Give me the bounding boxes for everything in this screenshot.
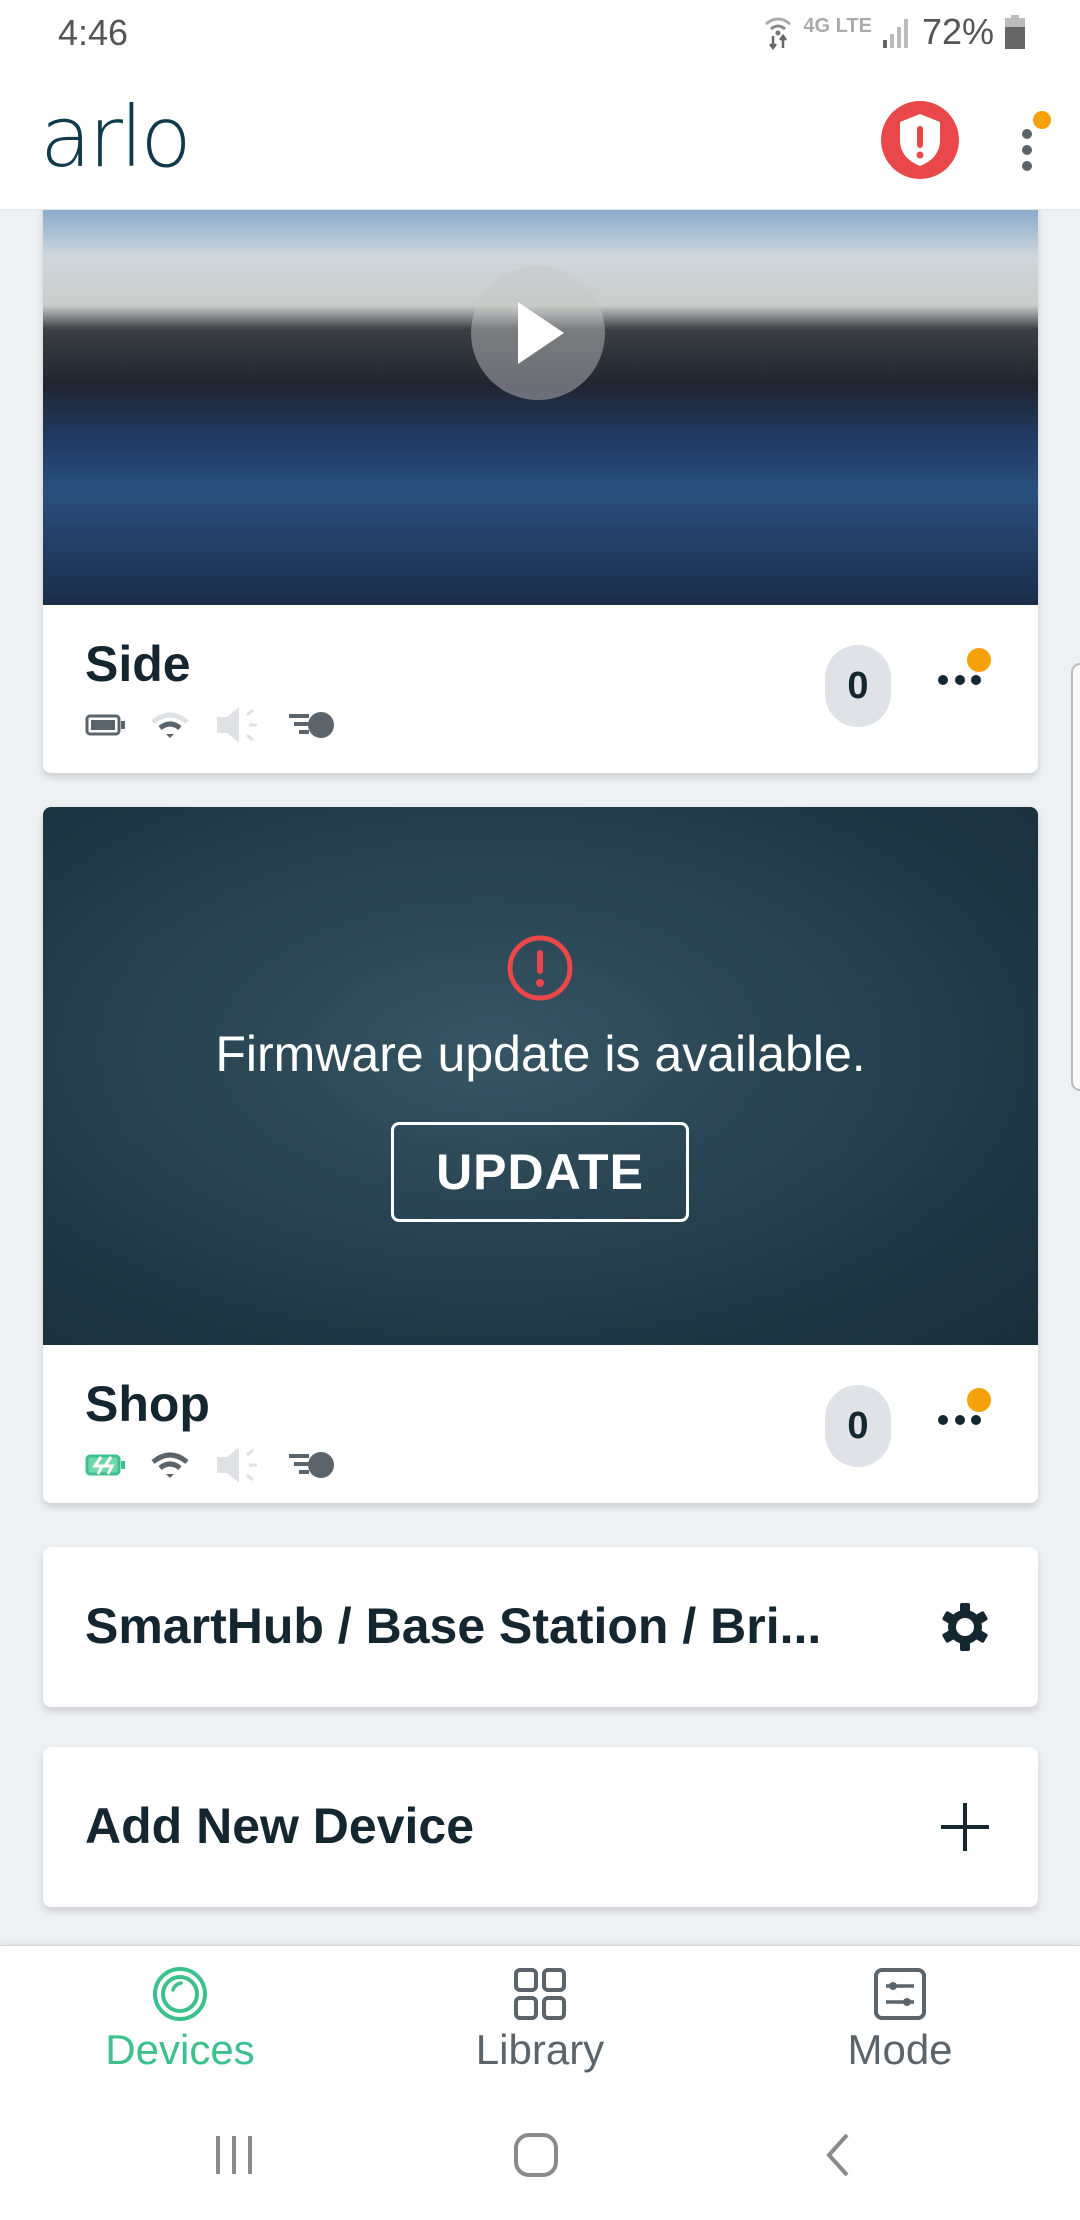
camera-feed-side[interactable] xyxy=(43,210,1038,605)
camera-options-button[interactable] xyxy=(933,1385,1003,1455)
battery-status-icon xyxy=(85,714,125,736)
network-type-icon: 4G LTE xyxy=(803,14,872,37)
wifi-good-icon xyxy=(151,1452,189,1478)
recent-apps-button[interactable] xyxy=(194,2125,274,2185)
tab-mode[interactable]: Mode xyxy=(720,1946,1080,2096)
firmware-message: Firmware update is available. xyxy=(215,1026,866,1082)
alert-circle-icon xyxy=(507,935,573,1001)
notification-dot xyxy=(967,1388,991,1412)
tab-label: Mode xyxy=(847,2026,953,2073)
gear-icon[interactable] xyxy=(937,1599,993,1655)
status-bar: 4:46 4G LTE 72% xyxy=(0,0,1080,66)
speaker-muted-icon xyxy=(217,707,257,743)
battery-icon xyxy=(1005,15,1025,49)
camera-feed-shop[interactable]: Firmware update is available. UPDATE xyxy=(43,807,1038,1345)
update-firmware-button[interactable]: UPDATE xyxy=(391,1122,689,1222)
signal-icon xyxy=(882,19,908,48)
motion-count-badge[interactable]: 0 xyxy=(825,1385,891,1467)
mode-sliders-icon xyxy=(874,1968,926,2020)
devices-icon xyxy=(153,1967,207,2021)
more-horizontal-icon xyxy=(938,1388,991,1425)
notification-dot xyxy=(967,648,991,672)
arlo-logo: arlo xyxy=(40,88,192,186)
add-new-device-row[interactable]: Add New Device xyxy=(43,1747,1038,1907)
recent-apps-icon xyxy=(216,2136,252,2174)
back-icon xyxy=(826,2133,849,2177)
battery-percent: 72% xyxy=(921,11,994,52)
smarthub-row[interactable]: SmartHub / Base Station / Bri... xyxy=(43,1547,1038,1707)
tab-library[interactable]: Library xyxy=(360,1946,720,2096)
camera-name: Shop xyxy=(85,1376,210,1432)
status-icons: 4G LTE 72% xyxy=(763,10,1026,54)
motion-detection-icon xyxy=(289,712,334,738)
device-list[interactable]: Side 0 Firmware update is available. UPD… xyxy=(0,210,1080,1945)
more-vertical-icon xyxy=(1022,111,1051,171)
overflow-menu-button[interactable] xyxy=(1010,96,1060,186)
plus-icon[interactable] xyxy=(937,1799,993,1855)
camera-info-shop: Shop 0 xyxy=(43,1345,1038,1495)
back-button[interactable] xyxy=(798,2125,878,2185)
camera-status-icons xyxy=(85,1445,337,1485)
speaker-muted-icon xyxy=(217,1447,257,1483)
wifi-weak-icon xyxy=(151,712,189,738)
app-header: arlo xyxy=(0,66,1080,210)
security-alert-button[interactable] xyxy=(880,100,960,180)
library-grid-icon xyxy=(514,1968,566,2020)
status-time: 4:46 xyxy=(58,12,129,53)
motion-count-badge[interactable]: 0 xyxy=(825,645,891,727)
motion-detection-icon xyxy=(289,1452,334,1478)
notification-dot xyxy=(1033,111,1051,129)
camera-status-icons xyxy=(85,705,337,745)
scrollbar[interactable] xyxy=(1071,663,1080,1091)
play-button[interactable] xyxy=(471,266,605,400)
tab-devices[interactable]: Devices xyxy=(0,1946,360,2096)
home-button[interactable] xyxy=(496,2125,576,2185)
camera-name: Side xyxy=(85,636,191,692)
shield-alert-icon xyxy=(881,101,959,179)
battery-charging-icon xyxy=(85,1454,125,1476)
system-navigation-bar xyxy=(0,2095,1080,2220)
more-horizontal-icon xyxy=(938,648,991,685)
tab-label: Devices xyxy=(105,2026,255,2073)
camera-options-button[interactable] xyxy=(933,645,1003,715)
bottom-navigation: Devices Library Mode xyxy=(0,1945,1080,2095)
camera-card-side: Side 0 xyxy=(43,210,1038,773)
home-icon xyxy=(514,2133,558,2177)
wifi-calling-icon xyxy=(765,17,792,50)
camera-card-shop: Firmware update is available. UPDATE Sho… xyxy=(43,807,1038,1503)
camera-info-side: Side 0 xyxy=(43,605,1038,755)
tab-label: Library xyxy=(475,2026,605,2073)
play-icon xyxy=(518,302,564,364)
add-device-label: Add New Device xyxy=(85,1798,475,1854)
smarthub-label: SmartHub / Base Station / Bri... xyxy=(85,1598,822,1654)
